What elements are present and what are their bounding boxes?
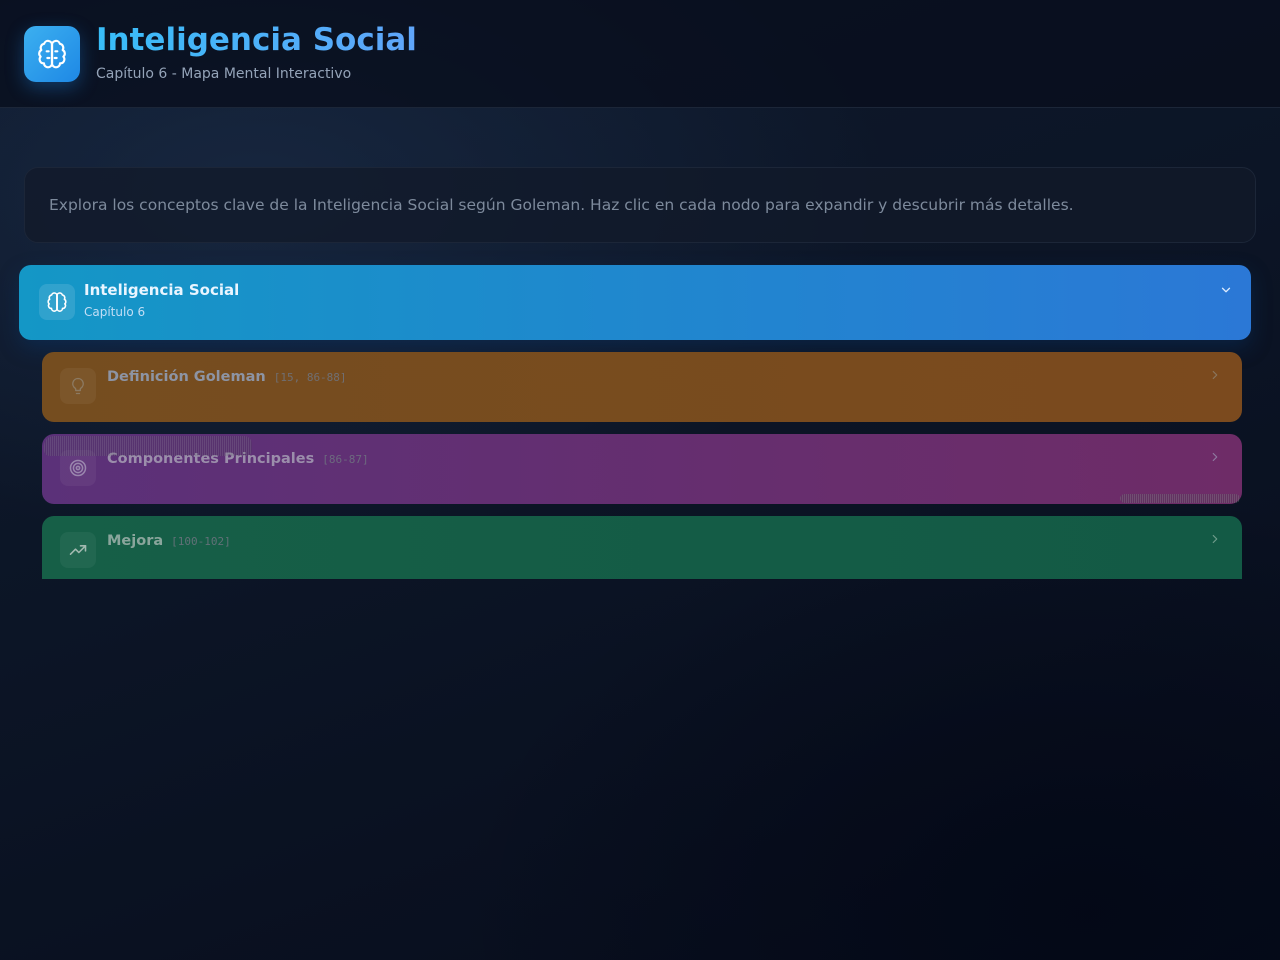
chevron-right-icon[interactable] [1208,450,1222,464]
chevron-right-icon[interactable] [1208,368,1222,382]
node-page-range: [100-102] [171,535,231,548]
node-icon-container [60,368,96,404]
node-label: Mejora [100-102] [107,533,231,549]
node-title: Definición Goleman [107,369,266,385]
trending-up-icon [69,545,87,555]
app-header: Inteligencia Social Capítulo 6 - Mapa Me… [0,0,1280,108]
root-icon-container [39,284,75,320]
node-icon-container [60,532,96,568]
node-page-range: [15, 86-88] [273,371,347,384]
root-node-subtitle: Capítulo 6 [84,305,146,319]
chevron-down-icon[interactable] [1219,283,1233,297]
node-label: Definición Goleman [15, 86-88] [107,369,347,385]
lightbulb-icon [72,377,84,395]
texture-overlay [44,436,252,456]
brain-icon [38,39,66,69]
node-title: Mejora [107,533,164,549]
page-title: Inteligencia Social [96,22,417,58]
target-icon [69,459,87,477]
page-subtitle: Capítulo 6 - Mapa Mental Interactivo [96,66,352,82]
texture-overlay [1120,494,1240,503]
mindmap-root-node[interactable]: Inteligencia Social Capítulo 6 [19,265,1251,340]
mindmap-node-definicion-goleman[interactable]: Definición Goleman [15, 86-88] [42,352,1242,422]
intro-card: Explora los conceptos clave de la Inteli… [24,167,1256,243]
chevron-right-icon[interactable] [1208,532,1222,546]
intro-text: Explora los conceptos clave de la Inteli… [49,196,1074,214]
node-page-range: [86-87] [322,453,369,466]
app-logo [24,26,80,82]
root-node-title: Inteligencia Social [84,281,240,299]
brain-icon [47,292,67,312]
mindmap-node-mejora[interactable]: Mejora [100-102] [42,516,1242,579]
